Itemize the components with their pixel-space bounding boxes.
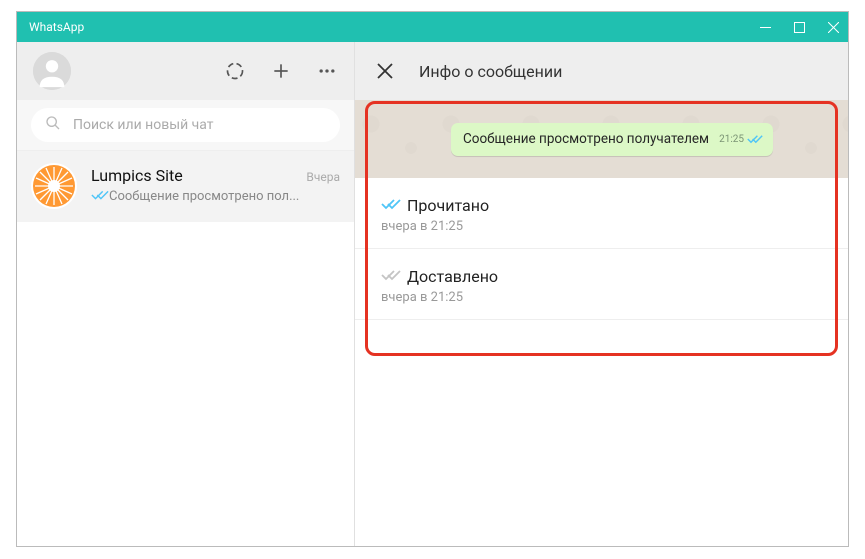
chat-name: Lumpics Site	[91, 166, 183, 185]
titlebar: WhatsApp	[17, 12, 848, 42]
message-meta: 21:25	[719, 130, 763, 149]
chat-list-item[interactable]: Lumpics Site Вчера Сообщение просмотрено…	[17, 151, 354, 222]
chat-body: Lumpics Site Вчера Сообщение просмотрено…	[91, 166, 340, 206]
minimize-button[interactable]	[758, 20, 772, 34]
read-time: вчера в 21:25	[381, 219, 822, 234]
read-ticks-icon	[747, 130, 763, 149]
info-content: Сообщение просмотрено получателем 21:25	[355, 100, 848, 320]
new-chat-icon[interactable]	[270, 60, 292, 82]
chat-list-panel: Lumpics Site Вчера Сообщение просмотрено…	[17, 42, 355, 546]
message-info-panel: Инфо о сообщении Сообщение просмотрено п…	[355, 42, 848, 546]
chat-avatar	[31, 163, 77, 209]
info-title: Инфо о сообщении	[419, 62, 562, 81]
read-section: Прочитано вчера в 21:25	[355, 178, 848, 249]
read-ticks-icon	[381, 196, 401, 215]
window-title: WhatsApp	[29, 20, 84, 34]
search-icon	[45, 115, 61, 135]
search-box[interactable]	[31, 108, 340, 142]
info-header: Инфо о сообщении	[355, 42, 848, 100]
read-label: Прочитано	[407, 196, 489, 215]
left-header-actions	[224, 60, 338, 82]
delivered-label: Доставлено	[407, 267, 498, 286]
close-info-icon[interactable]	[375, 61, 395, 81]
delivered-ticks-icon	[381, 267, 401, 286]
user-avatar[interactable]	[33, 52, 71, 90]
maximize-button[interactable]	[792, 20, 806, 34]
delivered-time: вчера в 21:25	[381, 290, 822, 305]
message-bubble: Сообщение просмотрено получателем 21:25	[451, 123, 773, 156]
window: WhatsApp	[16, 11, 849, 547]
search-input[interactable]	[73, 117, 326, 133]
menu-icon[interactable]	[316, 60, 338, 82]
status-icon[interactable]	[224, 60, 246, 82]
chat-time: Вчера	[306, 170, 340, 184]
message-text: Сообщение просмотрено получателем	[463, 131, 709, 147]
message-time: 21:25	[719, 134, 744, 145]
delivered-section: Доставлено вчера в 21:25	[355, 249, 848, 320]
main: Lumpics Site Вчера Сообщение просмотрено…	[17, 42, 848, 546]
read-ticks-icon	[91, 187, 109, 206]
search-wrap	[17, 100, 354, 151]
window-controls	[758, 20, 840, 34]
close-button[interactable]	[826, 20, 840, 34]
left-header	[17, 42, 354, 100]
message-preview-area: Сообщение просмотрено получателем 21:25	[355, 100, 848, 178]
chat-preview: Сообщение просмотрено пол...	[109, 189, 299, 204]
